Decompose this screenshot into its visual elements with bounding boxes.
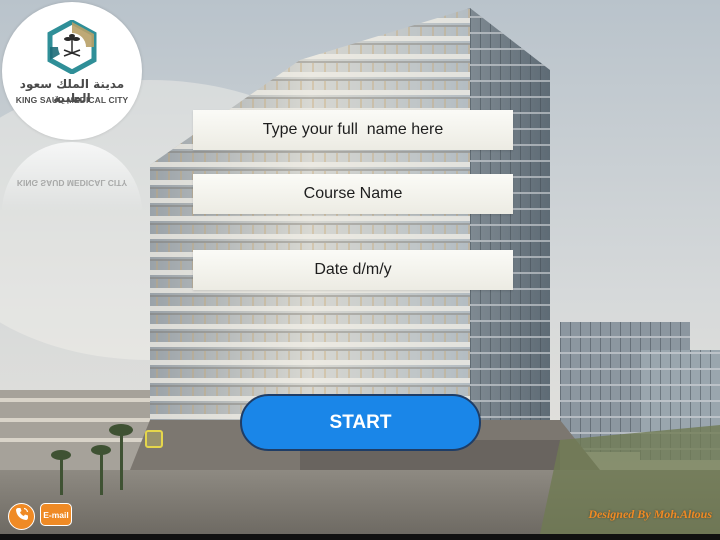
- designer-credit: Designed By Moh.Altous: [588, 507, 712, 521]
- phone-button[interactable]: [8, 503, 35, 530]
- hotspot-marker[interactable]: [145, 430, 163, 448]
- start-button[interactable]: START: [240, 394, 481, 451]
- logo-reflection-text: KING SAUD MEDICAL CITY: [16, 178, 128, 188]
- date-input[interactable]: [193, 250, 513, 290]
- logo-english-name: KING SAUD MEDICAL CITY: [15, 95, 129, 105]
- kingdom-medical-city-logo: مدينة الملك سعود الطبية KING SAUD MEDICA…: [2, 2, 142, 140]
- email-button[interactable]: E-mail: [40, 503, 72, 526]
- bottom-bar: [0, 534, 720, 540]
- course-name-input[interactable]: [193, 174, 513, 214]
- full-name-input[interactable]: [193, 110, 513, 150]
- palm-swords-emblem-icon: [45, 19, 99, 79]
- phone-icon: [14, 506, 30, 527]
